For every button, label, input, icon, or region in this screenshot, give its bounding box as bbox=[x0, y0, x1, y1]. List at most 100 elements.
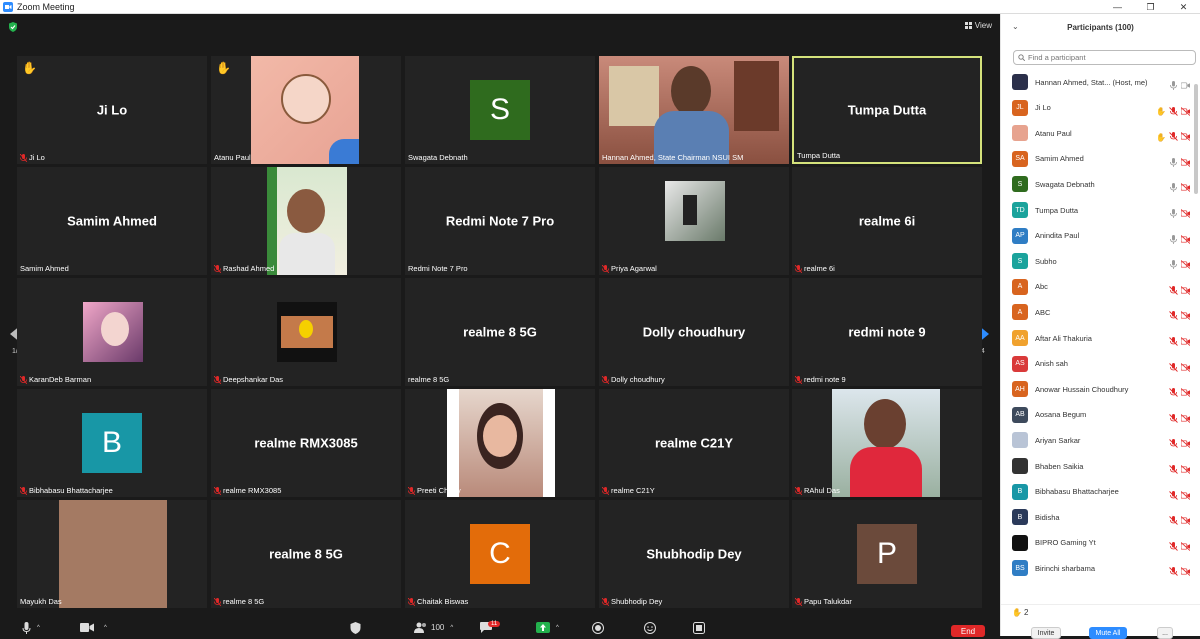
video-tile[interactable]: Preeti Chetry bbox=[405, 389, 595, 497]
share-chevron-icon[interactable]: ^ bbox=[556, 625, 559, 631]
invite-button[interactable]: Invite bbox=[1031, 627, 1061, 639]
microphone-icon[interactable] bbox=[1169, 231, 1178, 249]
microphone-icon[interactable] bbox=[1169, 154, 1178, 172]
video-off-icon[interactable] bbox=[1181, 307, 1190, 325]
video-tile[interactable]: Deepshankar Das bbox=[211, 278, 401, 386]
video-off-icon[interactable] bbox=[1181, 231, 1190, 249]
mute-button[interactable]: ^ bbox=[22, 621, 40, 634]
video-tile[interactable]: Mayukh Das bbox=[17, 500, 207, 608]
participant-row[interactable]: SA Samim Ahmed bbox=[1012, 150, 1190, 167]
video-tile[interactable]: ✋ Atanu Paul bbox=[211, 56, 401, 164]
microphone-icon[interactable] bbox=[1169, 256, 1178, 274]
video-off-icon[interactable] bbox=[1181, 512, 1190, 530]
video-tile[interactable]: realme 8 5G realme 8 5G bbox=[211, 500, 401, 608]
participant-row[interactable]: TD Tumpa Dutta bbox=[1012, 202, 1190, 218]
participant-row[interactable]: Bhaben Saikia bbox=[1012, 458, 1190, 474]
chat-button[interactable]: 11 bbox=[480, 620, 501, 634]
video-button[interactable]: ^ bbox=[80, 621, 107, 634]
video-tile[interactable]: P Papu Talukdar bbox=[792, 500, 982, 608]
video-tile[interactable]: C Chaitak Biswas bbox=[405, 500, 595, 608]
video-tile[interactable]: Tumpa Dutta Tumpa Dutta bbox=[792, 56, 982, 164]
participant-row[interactable]: B Bibhabasu Bhattacharjee bbox=[1012, 483, 1190, 500]
participant-row[interactable]: BIPRO Gaming Yt bbox=[1012, 534, 1190, 551]
video-tile[interactable]: realme 8 5G realme 8 5G bbox=[405, 278, 595, 386]
muted-mic-icon[interactable] bbox=[1169, 359, 1178, 377]
video-off-icon[interactable] bbox=[1181, 256, 1190, 274]
muted-mic-icon[interactable] bbox=[1169, 487, 1178, 505]
muted-mic-icon[interactable] bbox=[1169, 435, 1178, 453]
video-tile[interactable]: RAhul Das bbox=[792, 389, 982, 497]
muted-mic-icon[interactable] bbox=[1169, 538, 1178, 556]
video-tile[interactable]: redmi note 9 redmi note 9 bbox=[792, 278, 982, 386]
video-off-icon[interactable] bbox=[1181, 384, 1190, 402]
video-tile[interactable]: realme RMX3085 realme RMX3085 bbox=[211, 389, 401, 497]
participant-row[interactable]: S Swagata Debnath bbox=[1012, 176, 1190, 193]
muted-mic-icon[interactable] bbox=[1169, 384, 1178, 402]
muted-mic-icon[interactable] bbox=[1169, 333, 1178, 351]
video-tile[interactable]: Dolly choudhury Dolly choudhury bbox=[599, 278, 789, 386]
participant-row[interactable]: AS Anish sah bbox=[1012, 355, 1190, 372]
mute-all-button[interactable]: Mute All bbox=[1089, 627, 1127, 639]
video-off-icon[interactable] bbox=[1181, 179, 1190, 197]
video-off-icon[interactable] bbox=[1181, 103, 1190, 121]
participant-row[interactable]: B Bidisha bbox=[1012, 509, 1190, 526]
video-tile[interactable]: Hannan Ahmed, State Chairman NSUI SM bbox=[599, 56, 789, 164]
participants-button[interactable]: 100 ^ bbox=[414, 621, 453, 634]
muted-mic-icon[interactable] bbox=[1169, 307, 1178, 325]
record-button[interactable] bbox=[592, 621, 604, 634]
search-input[interactable] bbox=[1028, 53, 1188, 62]
end-meeting-button[interactable]: End bbox=[951, 625, 985, 637]
close-button[interactable]: ✕ bbox=[1167, 0, 1200, 14]
participant-row[interactable]: AP Anindita Paul bbox=[1012, 227, 1190, 244]
video-tile[interactable]: realme 6i realme 6i bbox=[792, 167, 982, 275]
more-options-button[interactable]: ... bbox=[1157, 627, 1173, 639]
participants-chevron-icon[interactable]: ^ bbox=[450, 625, 453, 631]
participant-search[interactable] bbox=[1013, 50, 1196, 65]
share-screen-button[interactable]: ^ bbox=[536, 621, 559, 634]
video-tile[interactable]: Shubhodip Dey Shubhodip Dey bbox=[599, 500, 789, 608]
video-off-icon[interactable] bbox=[1181, 538, 1190, 556]
restore-button[interactable]: ❐ bbox=[1134, 0, 1167, 14]
microphone-icon[interactable] bbox=[1169, 205, 1178, 223]
muted-mic-icon[interactable] bbox=[1169, 410, 1178, 428]
security-shield-icon[interactable] bbox=[8, 22, 18, 32]
participant-row[interactable]: JL Ji Lo ✋ bbox=[1012, 99, 1190, 116]
participants-list[interactable]: Hannan Ahmed, Stat... (Host, me) JL Ji Lo ✋… bbox=[1001, 72, 1193, 600]
video-off-icon[interactable] bbox=[1181, 205, 1190, 223]
participant-row[interactable]: AH Anowar Hussain Choudhury bbox=[1012, 381, 1190, 398]
video-off-icon[interactable] bbox=[1181, 154, 1190, 172]
participant-row[interactable]: A Abc bbox=[1012, 278, 1190, 295]
video-tile[interactable]: Ji Lo ✋ Ji Lo bbox=[17, 56, 207, 164]
participant-row[interactable]: AB Aosana Begum bbox=[1012, 406, 1190, 423]
video-tile[interactable]: KaranDeb Barman bbox=[17, 278, 207, 386]
muted-mic-icon[interactable] bbox=[1169, 512, 1178, 530]
view-button[interactable]: View bbox=[964, 21, 992, 30]
video-off-icon[interactable] bbox=[1181, 487, 1190, 505]
participant-row[interactable]: Atanu Paul ✋ bbox=[1012, 125, 1190, 142]
video-off-icon[interactable] bbox=[1181, 282, 1190, 300]
video-options-chevron-icon[interactable]: ^ bbox=[104, 625, 107, 631]
minimize-button[interactable]: — bbox=[1101, 0, 1134, 14]
muted-mic-icon[interactable] bbox=[1169, 128, 1178, 146]
participant-row[interactable]: A ABC bbox=[1012, 304, 1190, 321]
video-tile[interactable]: realme C21Y realme C21Y bbox=[599, 389, 789, 497]
participant-row[interactable]: AA Aftar Ali Thakuria bbox=[1012, 330, 1190, 346]
video-off-icon[interactable] bbox=[1181, 359, 1190, 377]
security-button[interactable] bbox=[350, 621, 361, 634]
video-tile[interactable]: Samim Ahmed Samim Ahmed bbox=[17, 167, 207, 275]
participant-row[interactable]: BS Birinchi sharbama bbox=[1012, 560, 1190, 577]
participant-row[interactable]: Ariyan Sarkar bbox=[1012, 432, 1190, 449]
audio-options-chevron-icon[interactable]: ^ bbox=[37, 625, 40, 631]
video-tile[interactable]: Redmi Note 7 Pro Redmi Note 7 Pro bbox=[405, 167, 595, 275]
video-tile[interactable]: Priya Agarwal bbox=[599, 167, 789, 275]
muted-mic-icon[interactable] bbox=[1169, 282, 1178, 300]
video-tile[interactable]: Rashad Ahmed bbox=[211, 167, 401, 275]
reactions-button[interactable] bbox=[644, 621, 656, 634]
participant-row[interactable]: S Subho bbox=[1012, 253, 1190, 270]
video-tile[interactable]: S Swagata Debnath bbox=[405, 56, 595, 164]
muted-mic-icon[interactable] bbox=[1169, 563, 1178, 581]
muted-mic-icon[interactable] bbox=[1169, 461, 1178, 479]
video-off-icon[interactable] bbox=[1181, 128, 1190, 146]
microphone-icon[interactable] bbox=[1169, 179, 1178, 197]
video-tile[interactable]: B Bibhabasu Bhattacharjee bbox=[17, 389, 207, 497]
